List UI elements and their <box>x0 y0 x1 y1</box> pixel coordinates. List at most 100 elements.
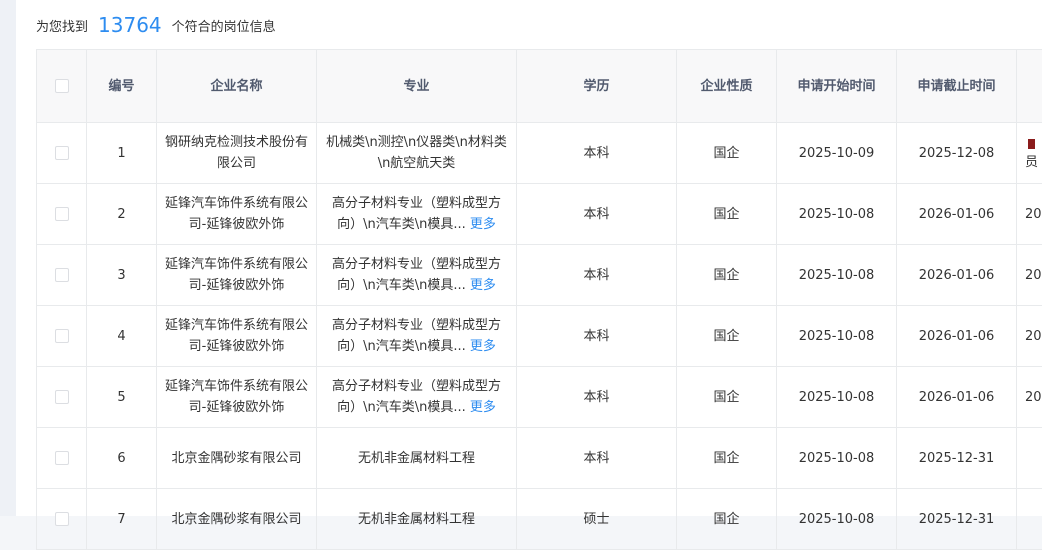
extra-cell <box>1017 489 1042 550</box>
row-number: 7 <box>87 489 157 550</box>
table-row[interactable]: 3 延锋汽车饰件系统有限公司-延锋彼欧外饰 高分子材料专业（塑料成型方向）\n汽… <box>37 245 1042 306</box>
header-company[interactable]: 企业名称 <box>157 50 317 123</box>
row-checkbox[interactable] <box>54 207 69 221</box>
major-cell: 高分子材料专业（塑料成型方向）\n汽车类\n模具... 更多 <box>317 245 517 306</box>
extra-cell <box>1017 428 1042 489</box>
row-number: 3 <box>87 245 157 306</box>
extra-cell: 20 <box>1017 306 1042 367</box>
company-name[interactable]: 延锋汽车饰件系统有限公司-延锋彼欧外饰 <box>157 245 317 306</box>
extra-text: 20 <box>1025 328 1042 344</box>
start-date: 2025-10-08 <box>777 184 897 245</box>
start-date: 2025-10-09 <box>777 123 897 184</box>
extra-cell: 员 <box>1017 123 1042 184</box>
company-nature: 国企 <box>677 428 777 489</box>
company-nature: 国企 <box>677 245 777 306</box>
major-cell: 高分子材料专业（塑料成型方向）\n汽车类\n模具... 更多 <box>317 306 517 367</box>
job-table: 编号 企业名称 专业 学历 企业性质 申请开始时间 申请截止时间 1 钢研纳克检… <box>36 49 1042 550</box>
major-cell: 高分子材料专业（塑料成型方向）\n汽车类\n模具... 更多 <box>317 367 517 428</box>
end-date: 2026-01-06 <box>897 184 1017 245</box>
company-nature: 国企 <box>677 367 777 428</box>
major-text: 高分子材料专业（塑料成型方向）\n汽车类\n模具... 更多 <box>331 379 501 415</box>
extra-text: 20 <box>1025 267 1042 283</box>
more-link[interactable]: 更多 <box>470 400 496 415</box>
table-header-row: 编号 企业名称 专业 学历 企业性质 申请开始时间 申请截止时间 <box>37 50 1042 123</box>
end-date: 2025-12-08 <box>897 123 1017 184</box>
extra-cell: 20 <box>1017 184 1042 245</box>
row-number: 6 <box>87 428 157 489</box>
table-row[interactable]: 4 延锋汽车饰件系统有限公司-延锋彼欧外饰 高分子材料专业（塑料成型方向）\n汽… <box>37 306 1042 367</box>
row-select-cell <box>37 184 87 245</box>
end-date: 2025-12-31 <box>897 428 1017 489</box>
row-number: 2 <box>87 184 157 245</box>
left-gutter <box>0 0 16 516</box>
start-date: 2025-10-08 <box>777 245 897 306</box>
row-number: 1 <box>87 123 157 184</box>
extra-text: 20 <box>1025 206 1042 222</box>
company-name[interactable]: 钢研纳克检测技术股份有限公司 <box>157 123 317 184</box>
major-text: 无机非金属材料工程 <box>357 511 475 527</box>
company-name[interactable]: 北京金隅砂浆有限公司 <box>157 489 317 550</box>
row-select-cell <box>37 123 87 184</box>
row-checkbox[interactable] <box>54 451 69 465</box>
header-number[interactable]: 编号 <box>87 50 157 123</box>
header-major[interactable]: 专业 <box>317 50 517 123</box>
end-date: 2025-12-31 <box>897 489 1017 550</box>
start-date: 2025-10-08 <box>777 489 897 550</box>
row-number: 4 <box>87 306 157 367</box>
row-select-cell <box>37 367 87 428</box>
company-name[interactable]: 延锋汽车饰件系统有限公司-延锋彼欧外饰 <box>157 184 317 245</box>
row-checkbox[interactable] <box>54 390 69 404</box>
company-name[interactable]: 北京金隅砂浆有限公司 <box>157 428 317 489</box>
company-nature: 国企 <box>677 489 777 550</box>
education: 本科 <box>517 306 677 367</box>
row-checkbox[interactable] <box>54 268 69 282</box>
end-date: 2026-01-06 <box>897 306 1017 367</box>
start-date: 2025-10-08 <box>777 428 897 489</box>
row-select-cell <box>37 489 87 550</box>
table-row[interactable]: 2 延锋汽车饰件系统有限公司-延锋彼欧外饰 高分子材料专业（塑料成型方向）\n汽… <box>37 184 1042 245</box>
start-date: 2025-10-08 <box>777 306 897 367</box>
header-start-date[interactable]: 申请开始时间 <box>777 50 897 123</box>
row-checkbox[interactable] <box>54 146 69 160</box>
company-name[interactable]: 延锋汽车饰件系统有限公司-延锋彼欧外饰 <box>157 306 317 367</box>
table-row[interactable]: 1 钢研纳克检测技术股份有限公司 机械类\n测控\n仪器类\n材料类\n航空航天… <box>37 123 1042 184</box>
results-summary: 为您找到 13764 个符合的岗位信息 <box>36 10 276 40</box>
start-date: 2025-10-08 <box>777 367 897 428</box>
company-nature: 国企 <box>677 184 777 245</box>
company-nature: 国企 <box>677 306 777 367</box>
header-end-date[interactable]: 申请截止时间 <box>897 50 1017 123</box>
header-company-nature[interactable]: 企业性质 <box>677 50 777 123</box>
summary-prefix: 为您找到 <box>36 19 89 35</box>
row-select-cell <box>37 306 87 367</box>
row-checkbox[interactable] <box>54 329 69 343</box>
end-date: 2026-01-06 <box>897 367 1017 428</box>
end-date: 2026-01-06 <box>897 245 1017 306</box>
row-select-cell <box>37 428 87 489</box>
result-count: 13764 <box>98 13 162 37</box>
summary-suffix: 个符合的岗位信息 <box>171 19 276 35</box>
more-link[interactable]: 更多 <box>470 217 496 232</box>
company-name[interactable]: 延锋汽车饰件系统有限公司-延锋彼欧外饰 <box>157 367 317 428</box>
row-select-cell <box>37 245 87 306</box>
major-text: 高分子材料专业（塑料成型方向）\n汽车类\n模具... 更多 <box>331 196 501 232</box>
header-education[interactable]: 学历 <box>517 50 677 123</box>
company-nature: 国企 <box>677 123 777 184</box>
table-row[interactable]: 5 延锋汽车饰件系统有限公司-延锋彼欧外饰 高分子材料专业（塑料成型方向）\n汽… <box>37 367 1042 428</box>
education: 本科 <box>517 367 677 428</box>
more-link[interactable]: 更多 <box>470 278 496 293</box>
select-all-cell <box>37 50 87 123</box>
table-row[interactable]: 6 北京金隅砂浆有限公司 无机非金属材料工程 本科 国企 2025-10-08 … <box>37 428 1042 489</box>
major-text: 机械类\n测控\n仪器类\n材料类\n航空航天类 <box>326 135 507 171</box>
more-link[interactable]: 更多 <box>470 339 496 354</box>
major-cell: 无机非金属材料工程 <box>317 489 517 550</box>
extra-text: 20 <box>1025 389 1042 405</box>
flag-icon <box>1028 138 1035 149</box>
major-text: 无机非金属材料工程 <box>357 450 475 466</box>
major-text: 高分子材料专业（塑料成型方向）\n汽车类\n模具... 更多 <box>331 257 501 293</box>
education: 本科 <box>517 123 677 184</box>
select-all-checkbox[interactable] <box>54 79 69 93</box>
row-number: 5 <box>87 367 157 428</box>
education: 硕士 <box>517 489 677 550</box>
table-row[interactable]: 7 北京金隅砂浆有限公司 无机非金属材料工程 硕士 国企 2025-10-08 … <box>37 489 1042 550</box>
row-checkbox[interactable] <box>54 512 69 526</box>
